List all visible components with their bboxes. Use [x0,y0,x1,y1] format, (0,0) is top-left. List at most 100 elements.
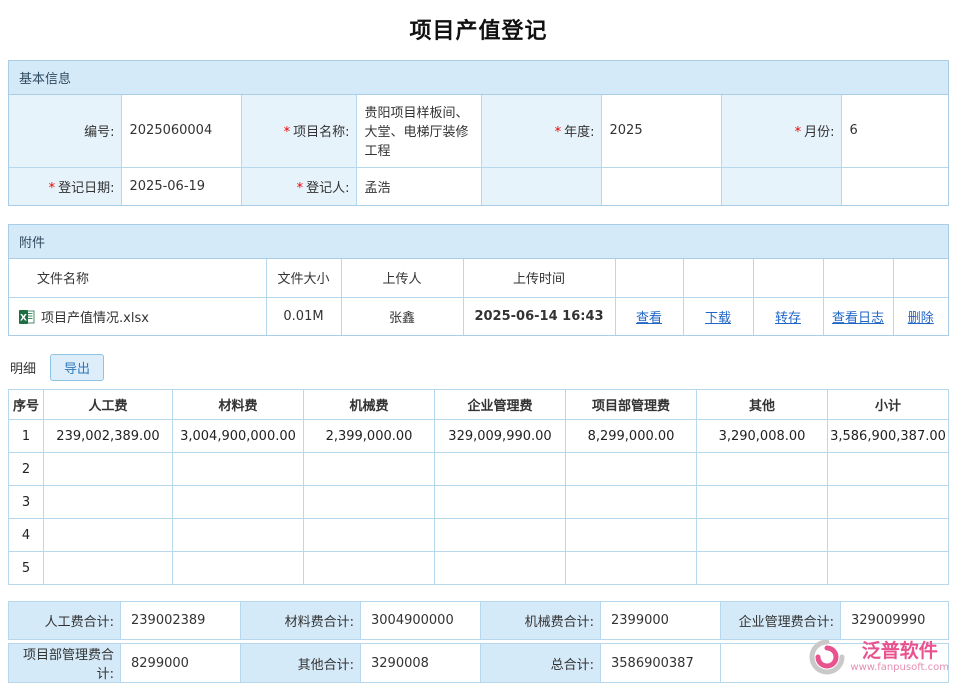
detail-cell-subtotal [828,486,949,519]
detail-cell-labor [44,453,173,486]
basic-info-table: 编号: 2025060004 *项目名称: 贵阳项目样板间、大堂、电梯厅装修工程… [9,95,948,205]
detail-cell-material [173,486,304,519]
number-value: 2025060004 [121,95,241,167]
basic-info-section: 基本信息 编号: 2025060004 *项目名称: 贵阳项目样板间、大堂、电梯… [8,60,949,206]
detail-cell-enterprise [435,453,566,486]
enterprise-total-value: 329009990 [841,602,949,640]
detail-cell-other [697,552,828,585]
detail-row: 3 [9,486,949,519]
year-label: *年度: [481,95,601,167]
detail-cell-enterprise [435,552,566,585]
attachments-header-row: 文件名称 文件大小 上传人 上传时间 [9,259,948,297]
action-cell: 转存 [753,297,823,335]
registrant-label: *登记人: [241,167,356,205]
col-action-empty [683,259,753,297]
summary-row-1: 人工费合计: 239002389 材料费合计: 3004900000 机械费合计… [8,601,949,640]
machine-total-label: 机械费合计: [481,602,601,640]
detail-cell-subtotal [828,519,949,552]
file-name-cell: X 项目产值情况.xlsx [9,297,266,335]
fanpu-watermark: 泛普软件 www.fanpusoft.com [808,638,949,676]
material-total-label: 材料费合计: [241,602,361,640]
detail-cell-machine: 2,399,000.00 [304,420,435,453]
project-dept-total-value: 8299000 [121,644,241,683]
col-file-size: 文件大小 [266,259,341,297]
detail-row: 2 [9,453,949,486]
detail-cell-machine [304,519,435,552]
action-cell: 查看日志 [823,297,893,335]
svg-text:X: X [20,313,27,323]
col-action-empty [753,259,823,297]
action-cell: 删除 [893,297,948,335]
col-seq: 序号 [9,390,44,420]
detail-cell-subtotal [828,453,949,486]
delete-link[interactable]: 删除 [908,311,934,326]
detail-cell-labor: 239,002,389.00 [44,420,173,453]
action-cell: 查看 [615,297,683,335]
page: 项目产值登记 基本信息 编号: 2025060004 *项目名称: 贵阳项目样板… [0,0,957,683]
basic-info-section-header: 基本信息 [9,61,948,95]
month-label-text: 月份: [804,125,834,140]
detail-cell-material [173,453,304,486]
col-action-empty [893,259,948,297]
file-name: 项目产值情况.xlsx [41,311,149,326]
year-value: 2025 [601,95,721,167]
project-name-label-text: 项目名称: [293,125,349,140]
detail-cell-seq: 1 [9,420,44,453]
detail-row: 5 [9,552,949,585]
labor-total-label: 人工费合计: [9,602,121,640]
detail-cell-other [697,486,828,519]
col-uploader: 上传人 [341,259,463,297]
material-total-value: 3004900000 [361,602,481,640]
view-log-link[interactable]: 查看日志 [832,311,884,326]
detail-cell-enterprise: 329,009,990.00 [435,420,566,453]
detail-cell-project-dept [566,453,697,486]
detail-cell-project-dept: 8,299,000.00 [566,420,697,453]
fanpu-logo-icon [808,638,846,676]
register-date-value: 2025-06-19 [121,167,241,205]
watermark-brand: 泛普软件 [850,641,949,662]
detail-cell-material [173,552,304,585]
detail-cell-machine [304,486,435,519]
detail-cell-other [697,453,828,486]
detail-cell-material [173,519,304,552]
col-enterprise: 企业管理费 [435,390,566,420]
machine-total-value: 2399000 [601,602,721,640]
month-label: *月份: [721,95,841,167]
register-date-label-text: 登记日期: [58,181,114,196]
project-name-value: 贵阳项目样板间、大堂、电梯厅装修工程 [356,95,481,167]
detail-cell-subtotal [828,552,949,585]
download-link[interactable]: 下载 [705,311,731,326]
month-value: 6 [841,95,948,167]
col-subtotal: 小计 [828,390,949,420]
export-button[interactable]: 导出 [50,354,104,381]
registrant-label-text: 登记人: [306,181,349,196]
empty-value-cell [601,167,721,205]
detail-cell-enterprise [435,486,566,519]
view-link[interactable]: 查看 [636,311,662,326]
detail-cell-other: 3,290,008.00 [697,420,828,453]
required-mark: * [284,125,291,140]
detail-cell-project-dept [566,486,697,519]
col-file-name: 文件名称 [9,259,266,297]
col-material: 材料费 [173,390,304,420]
grand-total-value: 3586900387 [601,644,721,683]
detail-cell-labor [44,552,173,585]
watermark-text: 泛普软件 www.fanpusoft.com [850,641,949,674]
col-other: 其他 [697,390,828,420]
detail-table: 序号 人工费 材料费 机械费 企业管理费 项目部管理费 其他 小计 1 239,… [8,389,949,585]
col-action-empty [823,259,893,297]
col-machine: 机械费 [304,390,435,420]
detail-cell-material: 3,004,900,000.00 [173,420,304,453]
detail-cell-machine [304,552,435,585]
detail-toolbar: 明细 导出 [10,354,949,381]
detail-cell-project-dept [566,519,697,552]
basic-info-row-2: *登记日期: 2025-06-19 *登记人: 孟浩 [9,167,948,205]
detail-cell-seq: 4 [9,519,44,552]
file-uploader: 张鑫 [341,297,463,335]
transfer-link[interactable]: 转存 [775,311,801,326]
detail-cell-labor [44,486,173,519]
detail-cell-seq: 5 [9,552,44,585]
detail-section-title: 明细 [10,358,36,377]
attachments-table: 文件名称 文件大小 上传人 上传时间 X [9,259,948,335]
attachment-row: X 项目产值情况.xlsx 0.01M 张鑫 2025-06-14 16:43 … [9,297,948,335]
